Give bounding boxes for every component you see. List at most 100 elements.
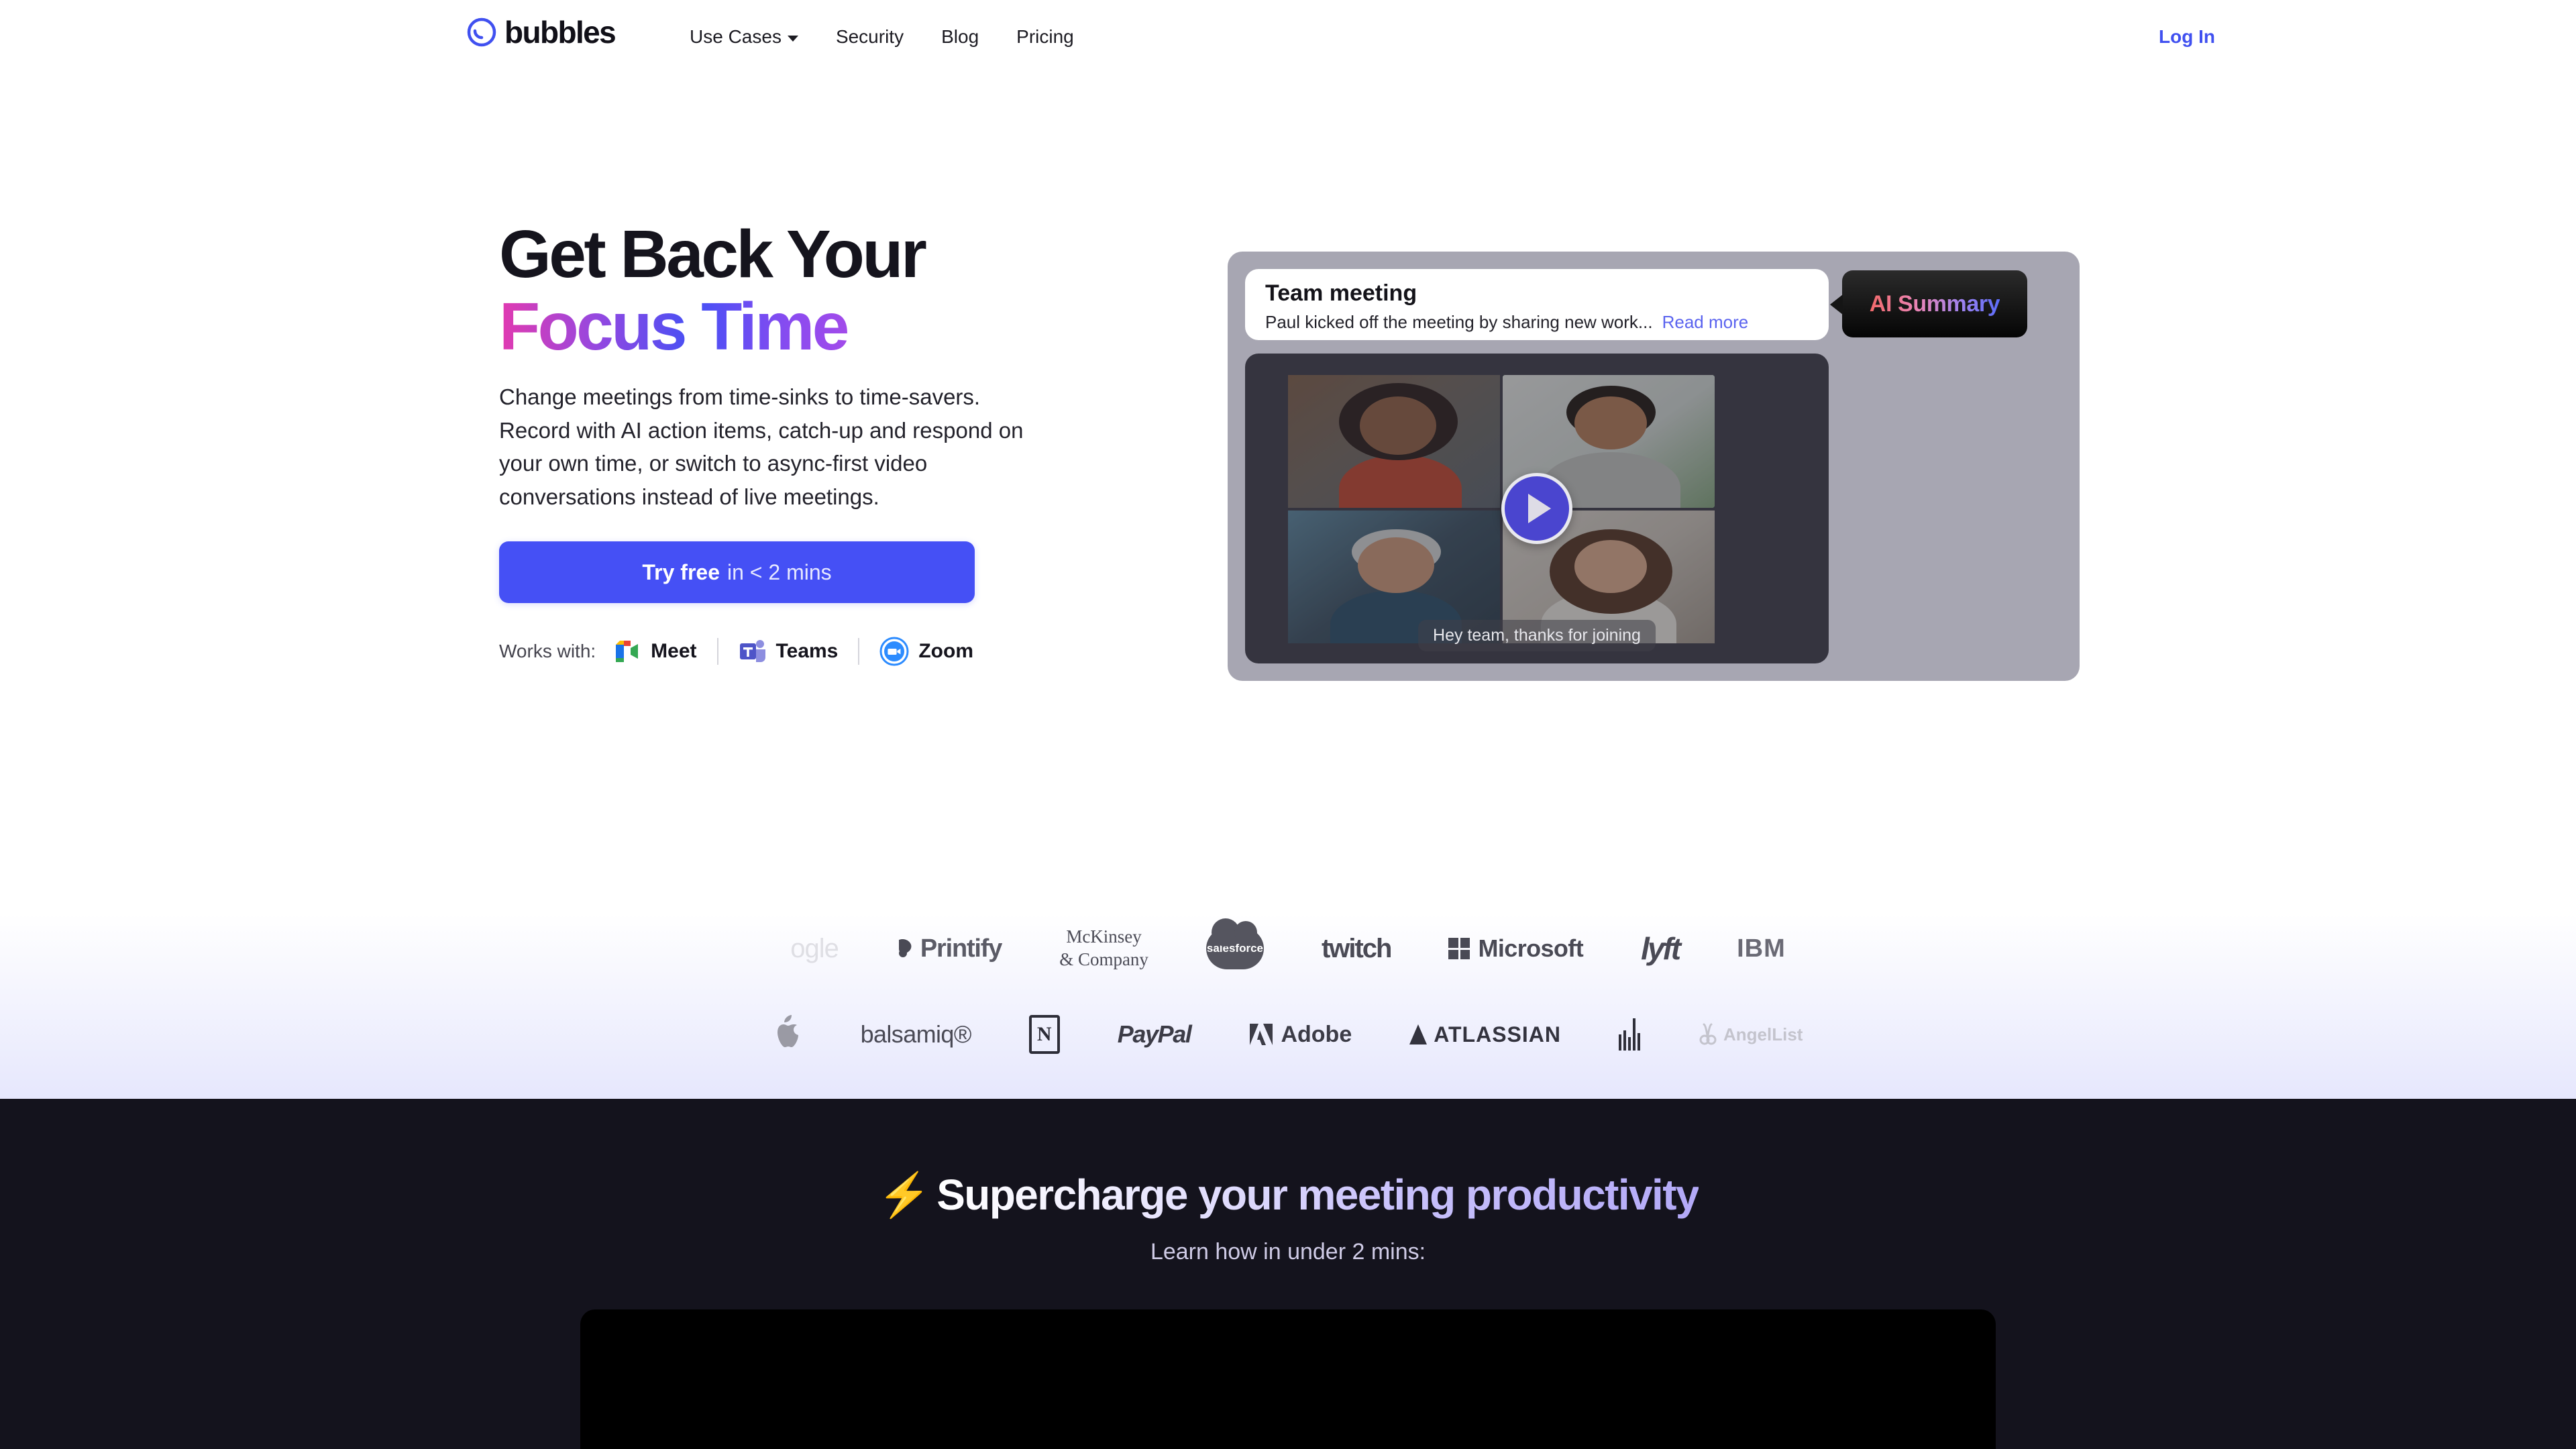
hero-section: Get Back Your Focus Time Change meetings… xyxy=(0,74,2576,798)
integration-teams[interactable]: Teams xyxy=(739,639,838,664)
nav-item-blog[interactable]: Blog xyxy=(922,22,998,52)
apple-mark-icon xyxy=(777,1014,798,1047)
nav-label-blog: Blog xyxy=(941,26,979,47)
hero-copy-block: Get Back Your Focus Time Change meetings… xyxy=(499,218,1089,670)
notion-icon: N xyxy=(1028,1015,1060,1054)
supercharge-title-text: Supercharge your meeting productivity xyxy=(936,1171,1699,1219)
ai-summary-badge[interactable]: AI Summary xyxy=(1830,270,2027,337)
hp-mark-icon xyxy=(1618,1018,1640,1051)
integration-zoom[interactable]: Zoom xyxy=(879,637,973,666)
logo-notion: N xyxy=(1028,1004,1060,1065)
video-player-frame: Hey team, thanks for joining xyxy=(1245,354,1829,663)
hero-title-line-2: Focus Time xyxy=(499,289,849,364)
logo-angellist-text: AngelList xyxy=(1698,1023,1803,1046)
meeting-title: Team meeting xyxy=(1265,280,1417,306)
nav-label-pricing: Pricing xyxy=(1016,26,1074,47)
live-caption: Hey team, thanks for joining xyxy=(1418,620,1656,651)
login-link[interactable]: Log In xyxy=(2159,22,2215,52)
works-with-row: Works with: Meet Teams Zoom xyxy=(499,633,1089,670)
nav-item-pricing[interactable]: Pricing xyxy=(998,22,1093,52)
participant-tile[interactable] xyxy=(1288,375,1500,508)
adobe-mark-icon xyxy=(1250,1024,1273,1045)
landing-page: bubbles Use Cases Security Blog Pricing … xyxy=(0,0,2576,1449)
logo-apple xyxy=(773,1004,803,1065)
logo-lyft: lyft xyxy=(1641,918,1681,979)
logo-mckinsey-text: McKinsey & Company xyxy=(1059,926,1148,971)
logo-salesforce-text: salesforce xyxy=(1206,942,1263,955)
logo-mckinsey-line2: & Company xyxy=(1059,949,1148,969)
salesforce-cloud-icon: salesforce xyxy=(1205,918,1264,969)
integration-zoom-label: Zoom xyxy=(918,640,974,662)
logo-printify-word: Printify xyxy=(920,934,1003,963)
customer-logo-wall: ogle Printify McKinsey & Company salesfo… xyxy=(0,849,2576,1099)
cta-strong-label: Try free xyxy=(642,559,720,584)
play-button[interactable] xyxy=(1501,473,1572,544)
hero-player-card: Team meeting Paul kicked off the meeting… xyxy=(1228,252,2080,681)
nav-item-use-cases[interactable]: Use Cases xyxy=(671,22,817,52)
atlassian-mark-icon xyxy=(1409,1024,1428,1044)
logo-mckinsey-line1: McKinsey xyxy=(1066,926,1142,947)
divider xyxy=(716,638,718,665)
cta-light-label: in < 2 mins xyxy=(727,559,832,584)
read-more-link[interactable]: Read more xyxy=(1662,312,1749,332)
hero-title-line-1: Get Back Your xyxy=(499,217,927,292)
logo-salesforce: salesforce xyxy=(1205,918,1264,979)
google-meet-icon xyxy=(616,641,639,662)
demo-video-placeholder[interactable] xyxy=(580,1309,1996,1449)
nav-item-security[interactable]: Security xyxy=(817,22,922,52)
page-title: Get Back Your Focus Time xyxy=(499,218,1089,363)
logo-atlassian-word: ATLASSIAN xyxy=(1434,1022,1561,1046)
apple-icon xyxy=(773,1014,803,1056)
site-header: bubbles Use Cases Security Blog Pricing … xyxy=(0,0,2576,74)
supercharge-subtitle: Learn how in under 2 mins: xyxy=(1150,1239,1426,1265)
main-nav: Use Cases Security Blog Pricing xyxy=(671,22,1093,52)
logo-angellist-word: AngelList xyxy=(1723,1024,1803,1044)
logo-adobe-text: Adobe xyxy=(1248,1022,1352,1048)
logo-row-1: ogle Printify McKinsey & Company salesfo… xyxy=(0,918,2576,979)
meeting-summary-snippet: Paul kicked off the meeting by sharing n… xyxy=(1265,311,1653,332)
try-free-button[interactable]: Try free in < 2 mins xyxy=(499,541,975,603)
meeting-summary-text: Paul kicked off the meeting by sharing n… xyxy=(1265,312,1809,333)
meeting-summary-bar: Team meeting Paul kicked off the meeting… xyxy=(1245,269,1829,340)
hero-subtitle: Change meetings from time-sinks to time-… xyxy=(499,384,1024,509)
logo-google-text: ogle xyxy=(790,933,839,963)
logo-ibm: IBM xyxy=(1737,918,1786,979)
logo-hp xyxy=(1618,1004,1640,1065)
logo-paypal-text: PayPal xyxy=(1117,1020,1192,1048)
play-icon xyxy=(1528,494,1551,523)
nav-label-security: Security xyxy=(835,26,904,47)
zoom-icon xyxy=(879,637,909,666)
angellist-mark-icon xyxy=(1699,1023,1717,1045)
ai-summary-label: AI Summary xyxy=(1869,290,2000,317)
supercharge-section: ⚡ Supercharge your meeting productivity L… xyxy=(0,1099,2576,1449)
bubbles-logo-icon xyxy=(467,17,496,47)
logo-microsoft-text: Microsoft xyxy=(1448,934,1584,963)
logo-atlassian: ATLASSIAN xyxy=(1409,1004,1561,1065)
logo-notion-text: N xyxy=(1036,1023,1052,1045)
logo-lyft-text: lyft xyxy=(1641,931,1681,966)
logo-balsamiq-text: balsamiq® xyxy=(860,1020,972,1048)
logo-mckinsey: McKinsey & Company xyxy=(1059,918,1148,979)
lightning-bolt-icon: ⚡ xyxy=(877,1171,931,1219)
divider xyxy=(858,638,860,665)
logo-microsoft: Microsoft xyxy=(1448,918,1584,979)
logo-angellist: AngelList xyxy=(1698,1004,1803,1065)
chevron-down-icon xyxy=(787,35,798,42)
integration-meet[interactable]: Meet xyxy=(613,639,697,663)
logo-microsoft-word: Microsoft xyxy=(1478,934,1584,962)
logo-twitch-text: twitch xyxy=(1321,933,1393,963)
microsoft-teams-icon xyxy=(739,640,765,662)
brand-logo[interactable]: bubbles xyxy=(466,16,616,48)
logo-adobe-word: Adobe xyxy=(1281,1021,1352,1047)
logo-ibm-text: IBM xyxy=(1737,934,1786,963)
logo-google: ogle xyxy=(790,918,839,979)
tile-overlay xyxy=(1288,375,1500,508)
logo-printify: Printify xyxy=(896,918,1002,979)
logo-paypal: PayPal xyxy=(1117,1004,1192,1065)
integration-meet-label: Meet xyxy=(651,640,697,662)
logo-twitch: twitch xyxy=(1321,918,1393,979)
works-with-label: Works with: xyxy=(499,641,596,661)
logo-row-2: balsamiq® N PayPal Adobe ATLASSIAN Angel… xyxy=(0,1004,2576,1065)
printify-mark-icon xyxy=(898,938,912,957)
logo-printify-text: Printify xyxy=(896,934,1002,963)
